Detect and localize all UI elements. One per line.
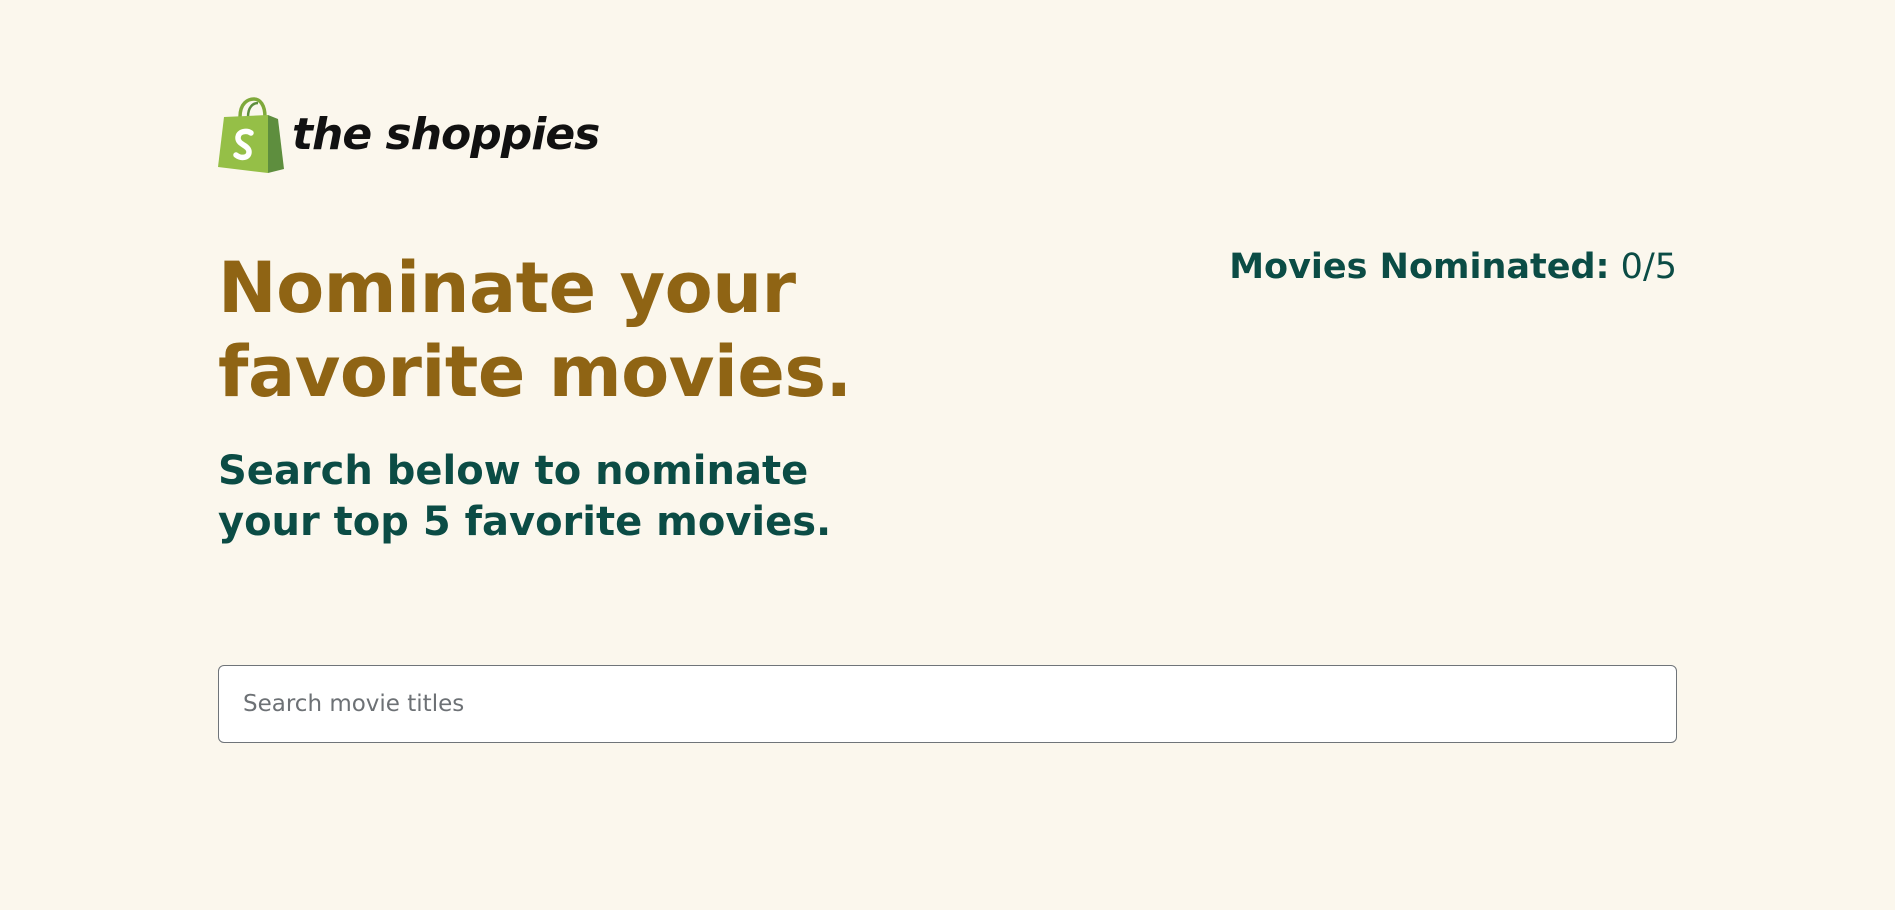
brand-name: the shoppies <box>292 109 600 160</box>
nomination-counter: Movies Nominated: 0/5 <box>1229 244 1677 290</box>
shopify-bag-icon <box>218 97 284 173</box>
search-input[interactable] <box>219 666 1676 742</box>
page-subheading: Search below to nominate your top 5 favo… <box>218 448 832 545</box>
search-box <box>218 665 1677 743</box>
page-headline: Nominate your favorite movies. <box>218 247 852 413</box>
brand-logo[interactable]: the shoppies <box>218 97 600 173</box>
nomination-counter-label: Movies Nominated: <box>1229 247 1610 287</box>
nomination-counter-value: 0/5 <box>1620 247 1677 287</box>
